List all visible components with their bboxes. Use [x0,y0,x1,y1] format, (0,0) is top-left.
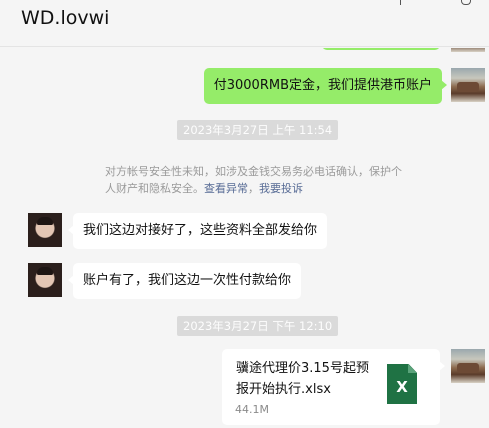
self-avatar[interactable] [451,48,485,52]
previous-message-fragment [322,48,440,50]
excel-file-icon: X [387,364,417,404]
self-avatar[interactable] [451,349,485,383]
complain-link[interactable]: 我要投诉 [259,182,303,195]
chat-header: WD.lovwi [0,0,489,47]
file-message[interactable]: 骥途代理价3.15号起预报开始执行.xlsx 44.1M X [222,349,445,425]
view-abnormal-link[interactable]: 查看异常 [204,182,248,195]
timestamp: 2023年3月27日 下午 12:10 [177,316,339,336]
excel-icon-letter: X [396,378,408,396]
timestamp: 2023年3月27日 上午 11:54 [177,120,339,140]
message-bubble[interactable]: 账户有了，我们这边一次性付款给你 [67,263,302,299]
contact-avatar[interactable] [28,213,62,247]
chat-title: WD.lovwi [21,7,110,29]
pin-icon[interactable] [397,0,405,6]
file-name: 骥途代理价3.15号起预报开始执行.xlsx [236,361,369,397]
contact-avatar[interactable] [28,263,62,297]
message-bubble[interactable]: 我们这边对接好了，这些资料全部发给你 [67,213,328,249]
file-size: 44.1M [235,403,269,416]
self-avatar[interactable] [451,68,485,102]
more-icon[interactable] [461,0,471,5]
message-list[interactable]: 付3000RMB定金，我们提供港币账户 2023年3月27日 上午 11:54 … [0,48,489,428]
message-bubble[interactable]: 付3000RMB定金，我们提供港币账户 [203,68,448,104]
security-notice: 对方帐号安全性未知，如涉及金钱交易务必电话确认，保护个人财产和隐私安全。查看异常… [105,165,402,195]
